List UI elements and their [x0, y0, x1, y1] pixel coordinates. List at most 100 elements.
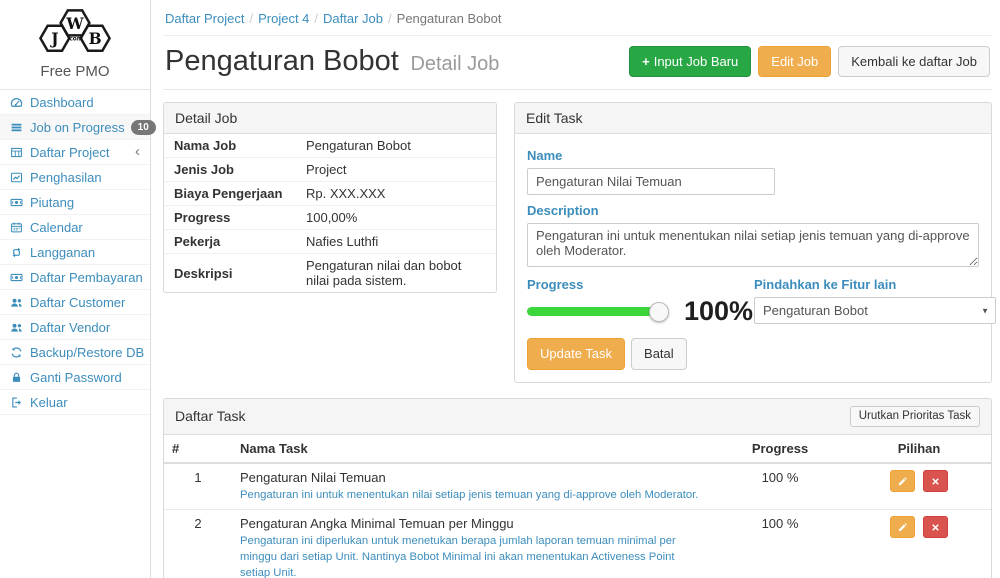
urutkan-prioritas-task-button-top[interactable]: Urutkan Prioritas Task: [850, 406, 980, 428]
move-feature-select[interactable]: Pengaturan Bobot ▼: [754, 297, 996, 324]
chevron-down-icon: ▼: [981, 306, 989, 315]
task-description: Pengaturan ini diperlukan untuk menetuka…: [240, 534, 705, 578]
detail-job-panel: Detail Job Nama Job Pengaturan Bobot Jen…: [163, 102, 497, 293]
progress-slider-handle[interactable]: [649, 302, 669, 322]
sidebar-item[interactable]: Dashboard: [0, 90, 150, 115]
logo-suffix: .com: [67, 37, 83, 43]
jwb-logo-icon: J W B .com: [27, 8, 123, 55]
task-name: Pengaturan Nilai Temuan: [240, 470, 705, 485]
sidebar-item[interactable]: Calendar: [0, 215, 150, 240]
detail-row: Nama Job Pengaturan Bobot: [164, 134, 496, 158]
sidebar: J W B .com Free PMO Dashboard Job on Pro…: [0, 0, 151, 578]
detail-row-value: Pengaturan Bobot: [296, 134, 496, 158]
breadcrumb-current: Pengaturan Bobot: [397, 11, 502, 26]
breadcrumb-link-daftar-job[interactable]: Daftar Job: [323, 11, 383, 26]
page-subtitle: Detail Job: [410, 53, 499, 75]
input-job-baru-button[interactable]: + Input Job Baru: [629, 46, 751, 78]
delete-task-button[interactable]: [923, 470, 948, 492]
sidebar-item[interactable]: Keluar: [0, 390, 150, 415]
task-progress: 100 %: [713, 510, 847, 578]
task-table: # Nama Task Progress Pilihan 1 Pengatura…: [164, 435, 991, 578]
page-header: Pengaturan Bobot Detail Job +Input Job B…: [163, 36, 992, 90]
progress-slider-fill: [527, 307, 660, 316]
task-description-textarea[interactable]: [527, 223, 979, 267]
description-label: Description: [527, 203, 979, 218]
app-window: J W B .com Free PMO Dashboard Job on Pro…: [0, 0, 1000, 578]
move-feature-selected-value: Pengaturan Bobot: [763, 303, 868, 318]
sidebar-item[interactable]: Penghasilan: [0, 165, 150, 190]
detail-row-value: Nafies Luthfi: [296, 230, 496, 254]
column-header-num: #: [164, 435, 232, 463]
column-header-nama-task: Nama Task: [232, 435, 713, 463]
sidebar-item-label: Job on Progress: [30, 120, 125, 135]
task-name-input[interactable]: [527, 168, 775, 195]
sidebar-item-label: Penghasilan: [30, 170, 102, 185]
kembali-ke-daftar-job-button[interactable]: Kembali ke daftar Job: [838, 46, 990, 78]
sidebar-item[interactable]: Daftar Customer: [0, 290, 150, 315]
detail-job-panel-title: Detail Job: [164, 103, 496, 134]
detail-row-label: Progress: [164, 206, 296, 230]
tasks-icon: [9, 120, 24, 134]
edit-task-button[interactable]: [890, 516, 915, 538]
calendar-icon: [9, 220, 24, 234]
logo-letter-w: W: [65, 15, 84, 33]
sidebar-item-label: Daftar Pembayaran: [30, 270, 143, 285]
batal-button[interactable]: Batal: [631, 338, 687, 370]
move-feature-label: Pindahkan ke Fitur lain: [754, 277, 979, 292]
sidebar-item[interactable]: Daftar Vendor: [0, 315, 150, 340]
progress-label: Progress: [527, 277, 754, 292]
exchange-icon: [9, 245, 24, 259]
breadcrumb-separator: /: [309, 11, 323, 26]
logo-letter-b: B: [89, 30, 102, 48]
detail-row-label: Jenis Job: [164, 158, 296, 182]
sidebar-item-label: Daftar Vendor: [30, 320, 110, 335]
name-label: Name: [527, 148, 979, 163]
column-header-pilihan: Pilihan: [847, 435, 991, 463]
sidebar-item[interactable]: Piutang: [0, 190, 150, 215]
main-content: Daftar Project/Project 4/Daftar Job/Peng…: [151, 0, 1000, 578]
breadcrumb-link-project-4[interactable]: Project 4: [258, 11, 309, 26]
breadcrumb-link-daftar-project[interactable]: Daftar Project: [165, 11, 244, 26]
column-header-progress: Progress: [713, 435, 847, 463]
logo-letter-j: J: [49, 30, 58, 48]
sidebar-item[interactable]: Backup/Restore DB: [0, 340, 150, 365]
delete-task-button[interactable]: [923, 516, 948, 538]
detail-row: Jenis Job Project: [164, 158, 496, 182]
sidebar-item-label: Ganti Password: [30, 370, 122, 385]
breadcrumb: Daftar Project/Project 4/Daftar Job/Peng…: [163, 0, 992, 36]
detail-row-value: Rp. XXX.XXX: [296, 182, 496, 206]
task-number: 2: [164, 510, 232, 578]
detail-row: Biaya Pengerjaan Rp. XXX.XXX: [164, 182, 496, 206]
sidebar-item-label: Piutang: [30, 195, 74, 210]
sidebar-item-label: Daftar Customer: [30, 295, 125, 310]
progress-slider[interactable]: [527, 307, 660, 316]
sidebar-item-label: Daftar Project: [30, 145, 109, 160]
task-number: 1: [164, 463, 232, 509]
edit-task-panel: Edit Task Name Description Progress: [514, 102, 992, 383]
money-icon: [9, 270, 24, 284]
detail-row-label: Deskripsi: [164, 254, 296, 293]
progress-percent-value: 100%: [684, 298, 753, 325]
sidebar-item[interactable]: Daftar Pembayaran: [0, 265, 150, 290]
users-icon: [9, 320, 24, 334]
sidebar-item-label: Backup/Restore DB: [30, 345, 144, 360]
table-row: 2 Pengaturan Angka Minimal Temuan per Mi…: [164, 510, 991, 578]
plus-icon: +: [642, 54, 650, 69]
table-row: 1 Pengaturan Nilai Temuan Pengaturan ini…: [164, 463, 991, 509]
sidebar-item[interactable]: Daftar Project ‹: [0, 140, 150, 165]
sidebar-item[interactable]: Langganan: [0, 240, 150, 265]
edit-task-button[interactable]: [890, 470, 915, 492]
sidebar-item-label: Keluar: [30, 395, 68, 410]
detail-row-label: Nama Job: [164, 134, 296, 158]
line-chart-icon: [9, 170, 24, 184]
edit-job-button[interactable]: Edit Job: [758, 46, 831, 78]
lock-icon: [9, 370, 24, 384]
task-description: Pengaturan ini untuk menentukan nilai se…: [240, 488, 705, 504]
detail-row: Pekerja Nafies Luthfi: [164, 230, 496, 254]
edit-task-panel-title: Edit Task: [515, 103, 991, 134]
sidebar-item[interactable]: Job on Progress 10: [0, 115, 150, 140]
sidebar-item-label: Dashboard: [30, 95, 94, 110]
sidebar-item[interactable]: Ganti Password: [0, 365, 150, 390]
update-task-button[interactable]: Update Task: [527, 338, 625, 370]
input-job-baru-label: Input Job Baru: [654, 54, 739, 69]
